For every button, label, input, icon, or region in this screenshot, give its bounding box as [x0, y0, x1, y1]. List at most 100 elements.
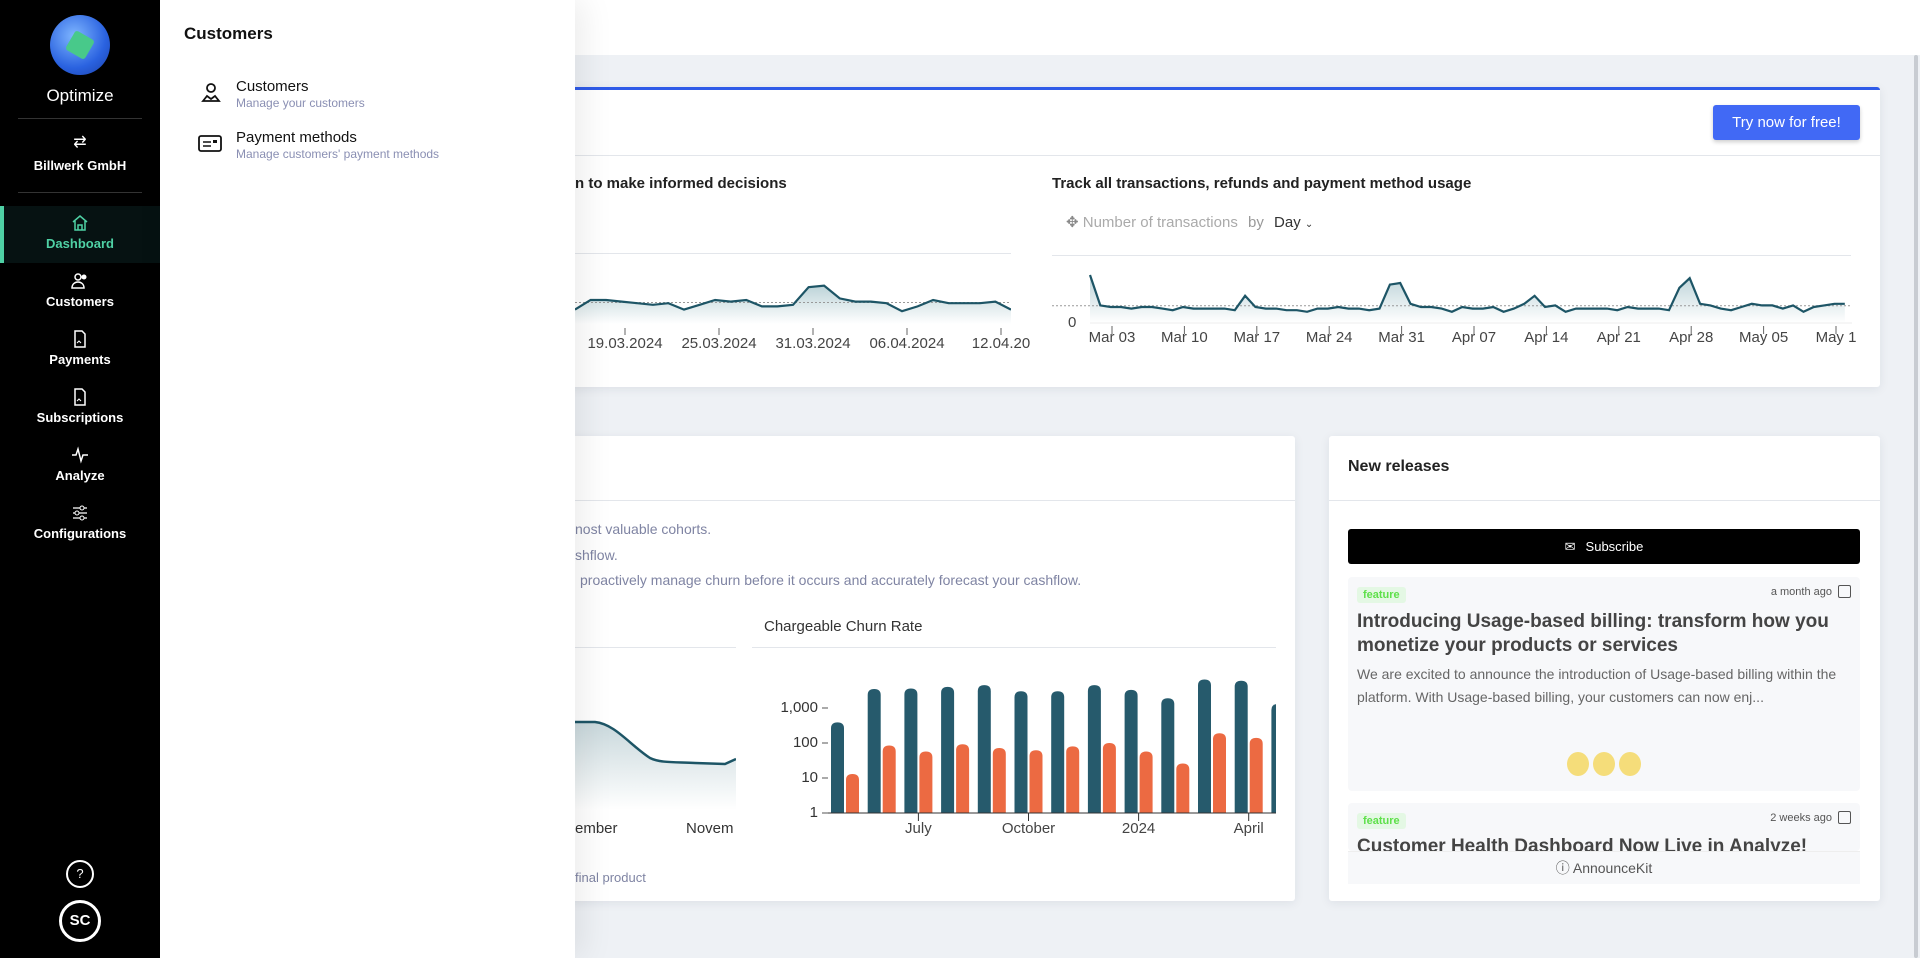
- y-tick-label: 1: [809, 804, 818, 821]
- bar-dark-Aug-2023: [941, 686, 955, 813]
- description-line: proactively manage churn before it occur…: [580, 572, 1082, 588]
- sad-emoji-icon[interactable]: [1619, 752, 1641, 776]
- y-tick-label: 1,000: [780, 699, 818, 716]
- right-chart-title: Track all transactions, refunds and paym…: [1052, 175, 1472, 192]
- period-dropdown[interactable]: Day ⌄: [1274, 214, 1313, 231]
- calendar-icon: [1838, 811, 1851, 824]
- nav-payments[interactable]: Payments: [0, 322, 160, 379]
- users-icon: [71, 273, 87, 289]
- divider: [1329, 500, 1880, 501]
- x-tick-label: Mar 10: [1161, 329, 1208, 346]
- help-button[interactable]: ?: [66, 860, 94, 888]
- series-line: [1088, 274, 1845, 314]
- bar-dark-Sep-2023: [977, 685, 991, 813]
- divider: [575, 253, 1011, 254]
- period-value: Day: [1274, 214, 1301, 231]
- x-tick-label: 25.03.2024: [681, 335, 757, 352]
- release-post[interactable]: feature 2 weeks ago Customer Health Dash…: [1348, 803, 1860, 851]
- user-avatar[interactable]: SC: [59, 900, 101, 942]
- menu-item-payment-methods[interactable]: Payment methods Manage customers' paymen…: [196, 129, 556, 169]
- org-switcher[interactable]: ⇄ Billwerk GmbH: [0, 132, 160, 180]
- calendar-icon: [1838, 585, 1851, 598]
- bar-dark-Nov-2023: [1051, 691, 1065, 813]
- bar-dark-Jun-2023: [867, 688, 881, 813]
- post-date: 2 weeks ago: [1770, 812, 1832, 824]
- bar-orange-Jul-2023: [919, 751, 933, 813]
- home-icon: [72, 215, 88, 231]
- nav-subscriptions[interactable]: Subscriptions: [0, 380, 160, 437]
- divider: [575, 647, 736, 648]
- nav-label: Payments: [49, 352, 111, 367]
- metric-selector[interactable]: ✥ Number of transactions by Day ⌄: [1066, 213, 1313, 231]
- releases-title: New releases: [1348, 458, 1450, 475]
- churn-chart-title: Chargeable Churn Rate: [764, 618, 923, 635]
- person-icon: [201, 83, 221, 102]
- menu-item-customers[interactable]: Customers Manage your customers: [196, 78, 556, 118]
- sliders-icon: [73, 505, 87, 521]
- divider: [18, 118, 142, 119]
- announcekit-label: AnnounceKit: [1572, 860, 1653, 876]
- bar-dark-Jan-2024: [1124, 689, 1138, 813]
- x-tick: ember: [575, 820, 618, 837]
- transactions-by-day-chart: [1052, 274, 1852, 334]
- try-now-button[interactable]: Try now for free!: [1713, 105, 1860, 140]
- bar-dark-Mar-2024: [1198, 679, 1211, 813]
- release-post[interactable]: feature a month ago Introducing Usage-ba…: [1348, 577, 1860, 791]
- y-tick: 0: [1068, 314, 1077, 331]
- left-chart-title: n to make informed decisions: [575, 175, 787, 192]
- nav-configurations[interactable]: Configurations: [0, 496, 160, 553]
- nav-dashboard[interactable]: Dashboard: [0, 206, 160, 263]
- post-title[interactable]: Customer Health Dashboard Now Live in An…: [1357, 836, 1807, 851]
- menu-item-title: Customers: [236, 78, 309, 95]
- sidebar: Optimize ⇄ Billwerk GmbH Dashboard Custo…: [0, 0, 160, 958]
- announcekit-footer[interactable]: ⓘ AnnounceKit: [1348, 851, 1860, 884]
- move-icon: ✥: [1066, 214, 1079, 231]
- divider: [752, 647, 1276, 648]
- post-title[interactable]: Introducing Usage-based billing: transfo…: [1357, 610, 1847, 658]
- reactions: [1348, 752, 1860, 781]
- x-tick-label: May 05: [1738, 329, 1789, 346]
- bar-dark-Dec-2023: [1087, 685, 1101, 813]
- bar-orange-Jan-2024: [1139, 751, 1153, 813]
- bar-orange-Sep-2023: [992, 747, 1006, 813]
- nav-label: Subscriptions: [36, 410, 124, 425]
- bar-orange-Feb-2024: [1176, 763, 1190, 813]
- partial-line-chart: [575, 720, 736, 810]
- bar-dark-May-2024: [1271, 704, 1276, 813]
- y-tick-label: 100: [792, 734, 818, 751]
- bar-dark-Feb-2024: [1161, 698, 1175, 813]
- x-tick-label: 31.03.2024: [775, 335, 851, 352]
- x-tick-label: Apr 14: [1524, 329, 1569, 346]
- bar-orange-Nov-2023: [1066, 746, 1080, 813]
- bar-orange-Apr-2024: [1249, 737, 1263, 813]
- nav-customers[interactable]: Customers: [0, 264, 160, 321]
- y-tick-label: 10: [801, 769, 818, 786]
- switch-arrows-icon: ⇄: [73, 134, 87, 151]
- area-fill: [1090, 275, 1845, 323]
- nav-analyze[interactable]: Analyze: [0, 438, 160, 495]
- divider: [575, 155, 1880, 156]
- feature-badge: feature: [1357, 587, 1406, 603]
- feature-badge: feature: [1357, 813, 1406, 829]
- nav-label: Analyze: [55, 468, 105, 483]
- x-tick-label: Mar 24: [1305, 329, 1353, 346]
- neutral-emoji-icon[interactable]: [1593, 752, 1615, 776]
- menu-item-subtitle: Manage customers' payment methods: [236, 147, 440, 161]
- by-label: by: [1248, 214, 1264, 231]
- happy-emoji-icon[interactable]: [1567, 752, 1589, 776]
- bar-dark-Jul-2023: [904, 688, 918, 813]
- bar-dark-May-2023: [831, 722, 844, 813]
- org-name: Billwerk GmbH: [33, 158, 127, 173]
- scrollbar[interactable]: [1914, 55, 1918, 958]
- panel-title: Customers: [184, 24, 273, 43]
- app-logo[interactable]: [50, 15, 110, 75]
- x-tick-label: Mar 17: [1233, 329, 1281, 346]
- x-tick-label: Mar 31: [1378, 329, 1425, 346]
- bar-dark-Oct-2023: [1014, 691, 1028, 813]
- pulse-icon: [72, 446, 88, 464]
- bar-orange-Oct-2023: [1029, 750, 1043, 813]
- x-tick-label: 2024: [1121, 820, 1156, 837]
- bar-orange-Aug-2023: [956, 744, 970, 813]
- subscribe-button[interactable]: ✉ Subscribe: [1348, 529, 1860, 564]
- bar-dark-Apr-2024: [1234, 680, 1248, 813]
